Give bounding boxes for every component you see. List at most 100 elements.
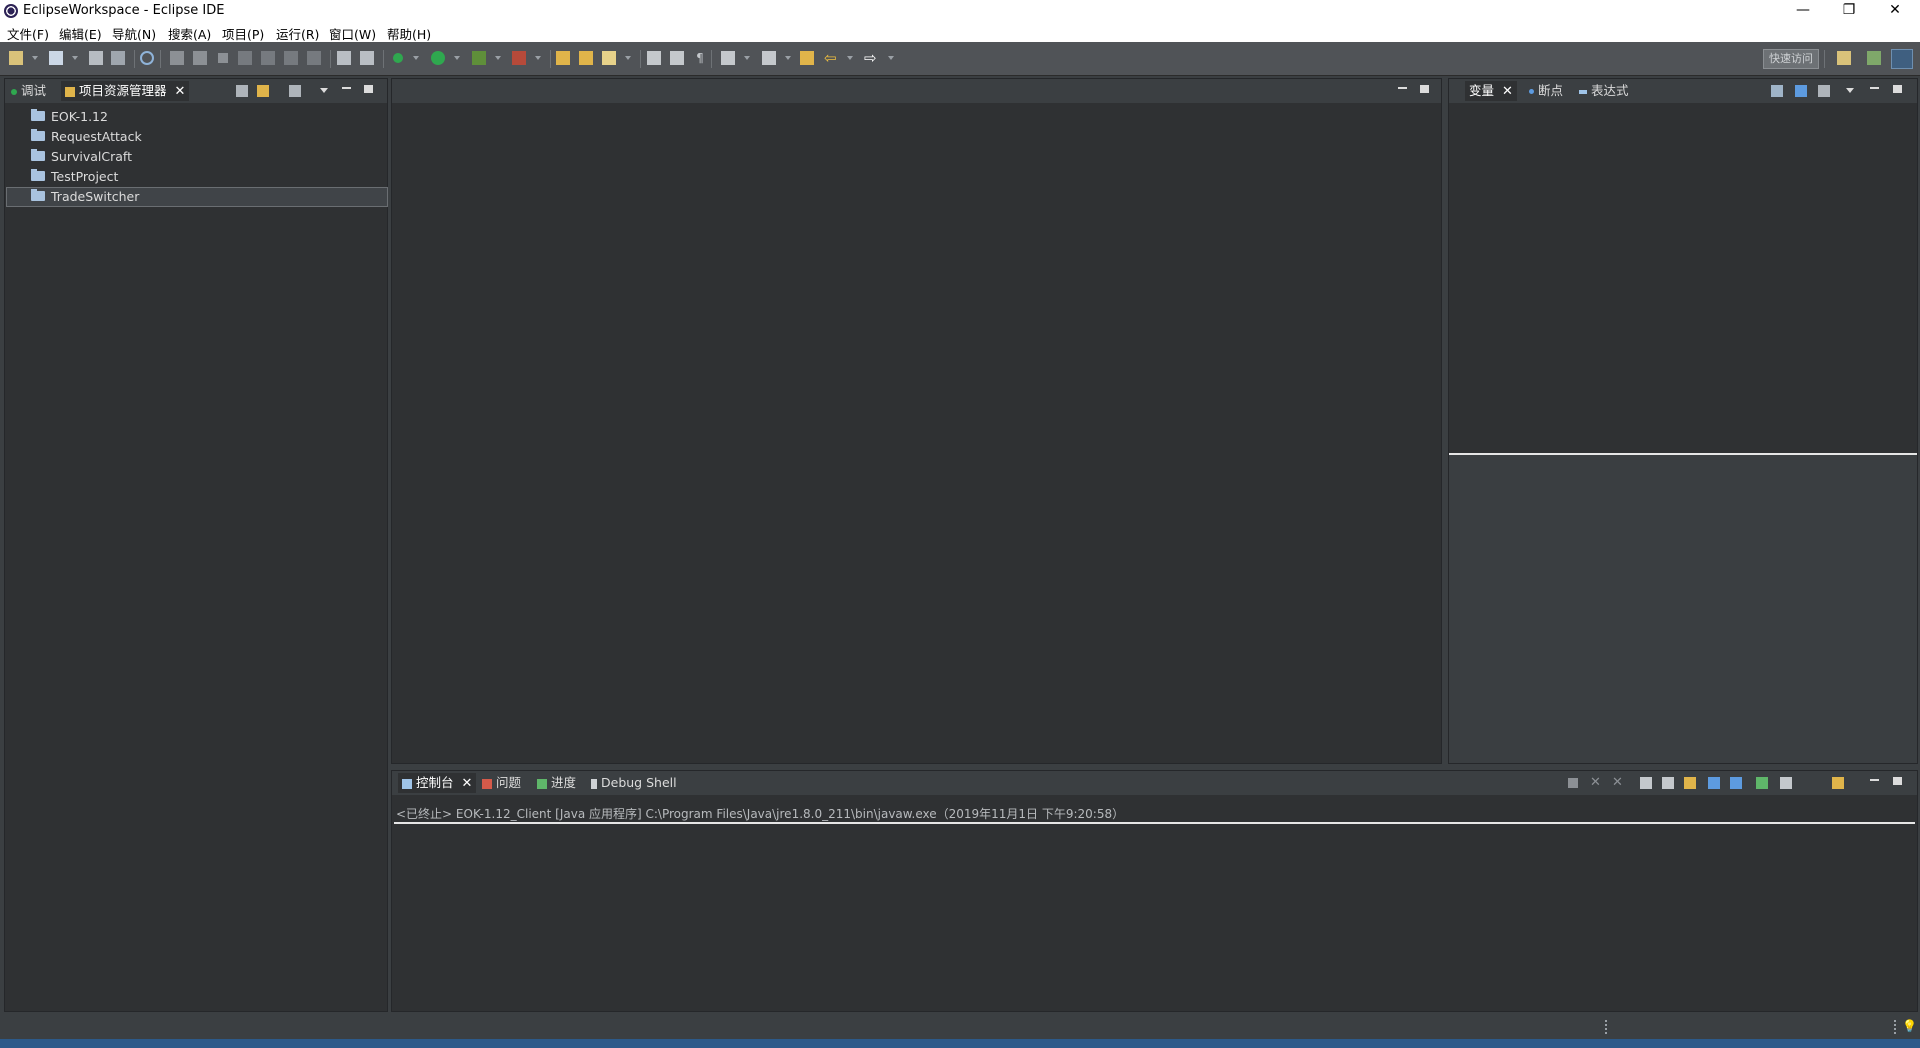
remove-all-terminated-icon[interactable]: ✕ bbox=[1612, 776, 1624, 789]
last-edit-location-icon[interactable] bbox=[800, 51, 814, 65]
variables-tree[interactable] bbox=[1449, 103, 1917, 447]
toggle-breadcrumb-icon[interactable] bbox=[647, 51, 661, 65]
skip-breakpoints-icon[interactable] bbox=[140, 51, 154, 65]
step-into-icon[interactable] bbox=[261, 51, 275, 65]
display-selected-console-icon[interactable] bbox=[1780, 777, 1792, 789]
new-project-dropdown-icon[interactable] bbox=[72, 56, 78, 60]
maximize-view-icon[interactable] bbox=[1893, 777, 1902, 785]
remove-launch-icon[interactable]: ✕ bbox=[1590, 776, 1602, 789]
tab-progress[interactable]: 进度 bbox=[537, 773, 576, 793]
drop-to-frame-icon[interactable] bbox=[337, 51, 351, 65]
minimize-view-icon[interactable] bbox=[1870, 779, 1879, 781]
use-step-filters-icon[interactable] bbox=[360, 51, 374, 65]
show-logical-structure-icon[interactable] bbox=[1795, 85, 1807, 97]
step-over-icon[interactable] bbox=[284, 51, 298, 65]
tab-variables[interactable]: 变量 ✕ bbox=[1465, 81, 1517, 101]
tab-debug-shell[interactable]: Debug Shell bbox=[591, 773, 677, 793]
restore-button[interactable]: ❐ bbox=[1826, 0, 1872, 22]
menu-file[interactable]: 文件(F) bbox=[7, 24, 49, 43]
external-tools-icon[interactable] bbox=[512, 51, 526, 65]
resume-icon[interactable] bbox=[170, 51, 184, 65]
variable-details-pane[interactable] bbox=[1449, 455, 1917, 763]
next-annotation-icon[interactable] bbox=[721, 51, 735, 65]
minimize-view-icon[interactable] bbox=[1870, 87, 1879, 89]
menu-run[interactable]: 运行(R) bbox=[276, 24, 319, 43]
maximize-view-icon[interactable] bbox=[364, 85, 373, 93]
minimize-button[interactable]: — bbox=[1780, 0, 1826, 22]
console-output[interactable] bbox=[392, 825, 1917, 1011]
open-perspective-icon[interactable] bbox=[1837, 51, 1851, 65]
show-console-on-error-icon[interactable] bbox=[1730, 777, 1742, 789]
tab-expressions[interactable]: 表达式 bbox=[1579, 81, 1629, 101]
show-console-on-output-icon[interactable] bbox=[1708, 777, 1720, 789]
close-window-button[interactable]: ✕ bbox=[1872, 0, 1918, 22]
debug-perspective-icon[interactable] bbox=[1891, 49, 1913, 69]
minimize-editor-icon[interactable] bbox=[1398, 87, 1407, 89]
menu-edit[interactable]: 编辑(E) bbox=[59, 24, 102, 43]
disconnect-icon[interactable] bbox=[238, 51, 252, 65]
toggle-block-selection-icon[interactable] bbox=[670, 51, 684, 65]
coverage-icon[interactable] bbox=[472, 51, 486, 65]
menu-search[interactable]: 搜索(A) bbox=[168, 24, 211, 43]
run-icon[interactable] bbox=[431, 51, 445, 65]
open-task-icon[interactable] bbox=[579, 51, 593, 65]
close-icon[interactable]: ✕ bbox=[175, 82, 186, 102]
search-dropdown-icon[interactable] bbox=[625, 56, 631, 60]
tab-console[interactable]: 控制台 ✕ bbox=[398, 773, 477, 794]
terminate-icon[interactable] bbox=[218, 53, 228, 63]
forward-dropdown-icon[interactable] bbox=[888, 56, 894, 60]
menu-navigate[interactable]: 导航(N) bbox=[112, 24, 156, 43]
show-type-names-icon[interactable] bbox=[1771, 85, 1783, 97]
back-dropdown-icon[interactable] bbox=[847, 56, 853, 60]
view-menu-icon[interactable] bbox=[320, 88, 328, 93]
scroll-lock-icon[interactable] bbox=[1662, 777, 1674, 789]
next-annotation-dropdown-icon[interactable] bbox=[744, 56, 750, 60]
external-tools-dropdown-icon[interactable] bbox=[535, 56, 541, 60]
menu-window[interactable]: 窗口(W) bbox=[329, 24, 376, 43]
close-icon[interactable]: ✕ bbox=[462, 774, 473, 794]
collapse-all-variables-icon[interactable] bbox=[1818, 85, 1830, 97]
quick-access-field[interactable]: 快速访问 bbox=[1763, 49, 1819, 69]
status-trim-handle[interactable] bbox=[1605, 1020, 1609, 1034]
suspend-icon[interactable] bbox=[193, 51, 207, 65]
debug-icon[interactable] bbox=[393, 53, 403, 63]
close-icon[interactable]: ✕ bbox=[1502, 82, 1513, 102]
project-item-requestattack[interactable]: RequestAttack bbox=[7, 128, 387, 146]
show-whitespace-icon[interactable]: ¶ bbox=[693, 51, 707, 65]
save-icon[interactable] bbox=[89, 51, 103, 65]
open-console-icon[interactable] bbox=[1832, 777, 1844, 789]
new-dropdown-icon[interactable] bbox=[32, 56, 38, 60]
previous-annotation-icon[interactable] bbox=[762, 51, 776, 65]
status-trim-handle[interactable] bbox=[1894, 1020, 1898, 1034]
word-wrap-icon[interactable] bbox=[1684, 777, 1696, 789]
maximize-view-icon[interactable] bbox=[1893, 85, 1902, 93]
new-project-icon[interactable] bbox=[49, 51, 63, 65]
coverage-dropdown-icon[interactable] bbox=[495, 56, 501, 60]
pin-console-icon[interactable] bbox=[1756, 777, 1768, 789]
project-item-tradeswitcher[interactable]: TradeSwitcher bbox=[6, 187, 388, 207]
minimize-view-icon[interactable] bbox=[342, 87, 351, 89]
tip-lightbulb-icon[interactable]: 💡 bbox=[1902, 1019, 1917, 1033]
tab-project-explorer[interactable]: 项目资源管理器 ✕ bbox=[61, 81, 190, 102]
terminate-icon[interactable] bbox=[1568, 778, 1578, 788]
project-item-testproject[interactable]: TestProject bbox=[7, 168, 387, 186]
open-type-icon[interactable] bbox=[556, 51, 570, 65]
save-all-icon[interactable] bbox=[111, 51, 125, 65]
project-item-eok[interactable]: EOK-1.12 bbox=[7, 108, 387, 126]
previous-annotation-dropdown-icon[interactable] bbox=[785, 56, 791, 60]
new-icon[interactable] bbox=[9, 51, 23, 65]
project-item-survivalcraft[interactable]: SurvivalCraft bbox=[7, 148, 387, 166]
run-dropdown-icon[interactable] bbox=[454, 56, 460, 60]
back-arrow-icon[interactable]: ⇦ bbox=[824, 51, 838, 66]
java-perspective-icon[interactable] bbox=[1867, 51, 1881, 65]
forward-arrow-icon[interactable]: ⇨ bbox=[864, 51, 878, 66]
tab-debug[interactable]: 调试 bbox=[11, 81, 46, 101]
clear-console-icon[interactable] bbox=[1640, 777, 1652, 789]
menu-help[interactable]: 帮助(H) bbox=[387, 24, 431, 43]
collapse-all-icon[interactable] bbox=[236, 85, 248, 97]
link-with-editor-icon[interactable] bbox=[257, 85, 269, 97]
tab-breakpoints[interactable]: 断点 bbox=[1529, 81, 1563, 101]
menu-project[interactable]: 项目(P) bbox=[222, 24, 264, 43]
maximize-editor-icon[interactable] bbox=[1420, 85, 1429, 93]
filter-icon[interactable] bbox=[289, 85, 301, 97]
